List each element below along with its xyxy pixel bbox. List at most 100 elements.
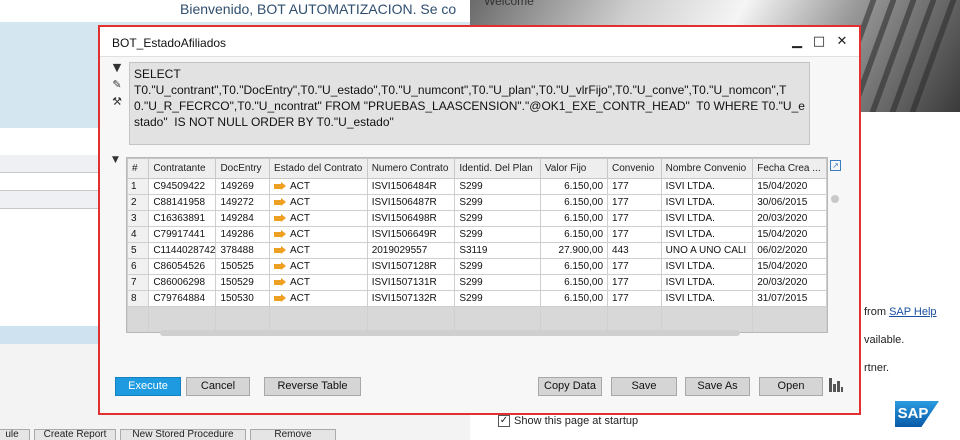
- startup-checkbox[interactable]: ✓: [498, 415, 510, 427]
- table-cell[interactable]: ISVI LTDA.: [660, 226, 754, 243]
- table-cell[interactable]: ACT: [268, 274, 368, 291]
- table-cell[interactable]: 149284: [215, 210, 270, 227]
- table-cell[interactable]: C79764884: [148, 290, 217, 307]
- table-cell[interactable]: ACT: [268, 290, 368, 307]
- background-list-row[interactable]: [0, 155, 110, 173]
- table-cell[interactable]: 27.900,00: [539, 242, 609, 259]
- table-cell[interactable]: S299: [454, 290, 541, 307]
- table-cell[interactable]: 149286: [215, 226, 270, 243]
- row-number[interactable]: 8: [127, 290, 150, 307]
- table-row[interactable]: 4 C79917441 149286 ACT ISVI1506649R S299 6.150…: [127, 226, 827, 243]
- table-cell[interactable]: S299: [454, 194, 541, 211]
- column-header[interactable]: Fecha Crea ...: [752, 158, 827, 179]
- table-cell[interactable]: 6.150,00: [539, 178, 609, 195]
- table-row[interactable]: 2 C88141958 149272 ACT ISVI1506487R S299 6.150…: [127, 194, 827, 211]
- table-cell[interactable]: ACT: [268, 194, 368, 211]
- table-cell[interactable]: 31/07/2015: [752, 290, 827, 307]
- column-header[interactable]: Valor Fijo: [539, 158, 609, 179]
- table-row[interactable]: 3 C16363891 149284 ACT ISVI1506498R S299 6.150…: [127, 210, 827, 227]
- table-cell[interactable]: 2019029557: [366, 242, 456, 259]
- horizontal-scrollbar[interactable]: [160, 330, 740, 336]
- table-cell[interactable]: ISVI LTDA.: [660, 178, 754, 195]
- link-arrow-icon[interactable]: [273, 197, 286, 207]
- table-cell[interactable]: ISVI LTDA.: [660, 258, 754, 275]
- table-cell[interactable]: 149269: [215, 178, 270, 195]
- table-cell[interactable]: 149272: [215, 194, 270, 211]
- link-arrow-icon[interactable]: [273, 261, 286, 271]
- show-startup-option[interactable]: ✓ Show this page at startup: [498, 415, 638, 427]
- table-cell[interactable]: 06/02/2020: [752, 242, 827, 259]
- table-cell[interactable]: ISVI LTDA.: [660, 290, 754, 307]
- column-header[interactable]: Contratante: [148, 158, 217, 179]
- minimize-icon[interactable]: ▁: [788, 33, 806, 51]
- execute-button[interactable]: Execute: [115, 377, 181, 396]
- background-selected-row[interactable]: [0, 326, 110, 344]
- table-cell[interactable]: ACT: [268, 210, 368, 227]
- table-cell[interactable]: S299: [454, 178, 541, 195]
- table-cell[interactable]: C94509422: [148, 178, 217, 195]
- row-number[interactable]: 2: [127, 194, 150, 211]
- copy-data-button[interactable]: Copy Data: [538, 377, 602, 396]
- table-cell[interactable]: 150529: [215, 274, 270, 291]
- table-cell[interactable]: C1144028742: [148, 242, 217, 259]
- new-stored-procedure-button[interactable]: New Stored Procedure: [120, 429, 246, 440]
- column-header[interactable]: #: [127, 158, 150, 179]
- table-row[interactable]: 1 C94509422 149269 ACT ISVI1506484R S299 6.150…: [127, 178, 827, 195]
- column-header[interactable]: Estado del Contrato: [268, 158, 368, 179]
- table-cell[interactable]: C88141958: [148, 194, 217, 211]
- background-list-row[interactable]: [0, 191, 110, 209]
- table-cell[interactable]: 177: [607, 290, 662, 307]
- row-number[interactable]: 5: [127, 242, 150, 259]
- table-cell[interactable]: 177: [607, 274, 662, 291]
- background-list-row[interactable]: [0, 173, 110, 191]
- table-cell[interactable]: ISVI LTDA.: [660, 194, 754, 211]
- link-arrow-icon[interactable]: [273, 277, 286, 287]
- table-cell[interactable]: S299: [454, 210, 541, 227]
- table-row[interactable]: 7 C86006298 150529 ACT ISVI1507131R S299 6.150…: [127, 274, 827, 291]
- table-cell[interactable]: 177: [607, 210, 662, 227]
- link-arrow-icon[interactable]: [273, 245, 286, 255]
- row-number[interactable]: 6: [127, 258, 150, 275]
- table-cell[interactable]: 20/03/2020: [752, 210, 827, 227]
- row-number[interactable]: 1: [127, 178, 150, 195]
- link-arrow-icon[interactable]: [273, 181, 286, 191]
- save-as-button[interactable]: Save As: [685, 377, 750, 396]
- create-report-button[interactable]: Create Report: [34, 429, 116, 440]
- table-cell[interactable]: S3119: [454, 242, 541, 259]
- pencil-icon[interactable]: ✎: [110, 78, 124, 92]
- tools-icon[interactable]: ⚒: [110, 95, 124, 109]
- table-cell[interactable]: ISVI1507132R: [366, 290, 456, 307]
- table-cell[interactable]: C86006298: [148, 274, 217, 291]
- table-cell[interactable]: ISVI LTDA.: [660, 274, 754, 291]
- table-row[interactable]: 8 C79764884 150530 ACT ISVI1507132R S299 6.150…: [127, 290, 827, 307]
- table-cell[interactable]: 30/06/2015: [752, 194, 827, 211]
- table-cell[interactable]: ISVI1506484R: [366, 178, 456, 195]
- table-cell[interactable]: C16363891: [148, 210, 217, 227]
- table-cell[interactable]: ACT: [268, 178, 368, 195]
- expand-grid-icon[interactable]: ↗: [830, 160, 841, 171]
- grid-collapse-icon[interactable]: ▼: [112, 155, 119, 165]
- table-cell[interactable]: ISVI1506649R: [366, 226, 456, 243]
- reverse-table-button[interactable]: Reverse Table: [264, 377, 361, 396]
- column-header[interactable]: Numero Contrato: [366, 158, 456, 179]
- table-cell[interactable]: 443: [607, 242, 662, 259]
- table-row[interactable]: 6 C86054526 150525 ACT ISVI1507128R S299 6.150…: [127, 258, 827, 275]
- maximize-icon[interactable]: □: [810, 33, 828, 51]
- vertical-scroll-thumb[interactable]: [831, 195, 839, 203]
- table-cell[interactable]: 177: [607, 194, 662, 211]
- sql-query-editor[interactable]: SELECT T0."U_contrant",T0."DocEntry",T0.…: [129, 62, 810, 145]
- table-cell[interactable]: ISVI1507131R: [366, 274, 456, 291]
- link-arrow-icon[interactable]: [273, 229, 286, 239]
- table-cell[interactable]: C79917441: [148, 226, 217, 243]
- row-number[interactable]: 3: [127, 210, 150, 227]
- table-cell[interactable]: 15/04/2020: [752, 226, 827, 243]
- table-cell[interactable]: S299: [454, 258, 541, 275]
- row-number[interactable]: 7: [127, 274, 150, 291]
- table-cell[interactable]: 177: [607, 178, 662, 195]
- table-cell[interactable]: ISVI1507128R: [366, 258, 456, 275]
- dialog-titlebar[interactable]: BOT_EstadoAfiliados ▁ □ ✕: [100, 27, 859, 57]
- table-cell[interactable]: 378488: [215, 242, 270, 259]
- table-cell[interactable]: 6.150,00: [539, 290, 609, 307]
- table-cell[interactable]: 177: [607, 258, 662, 275]
- column-header[interactable]: Convenio: [607, 158, 662, 179]
